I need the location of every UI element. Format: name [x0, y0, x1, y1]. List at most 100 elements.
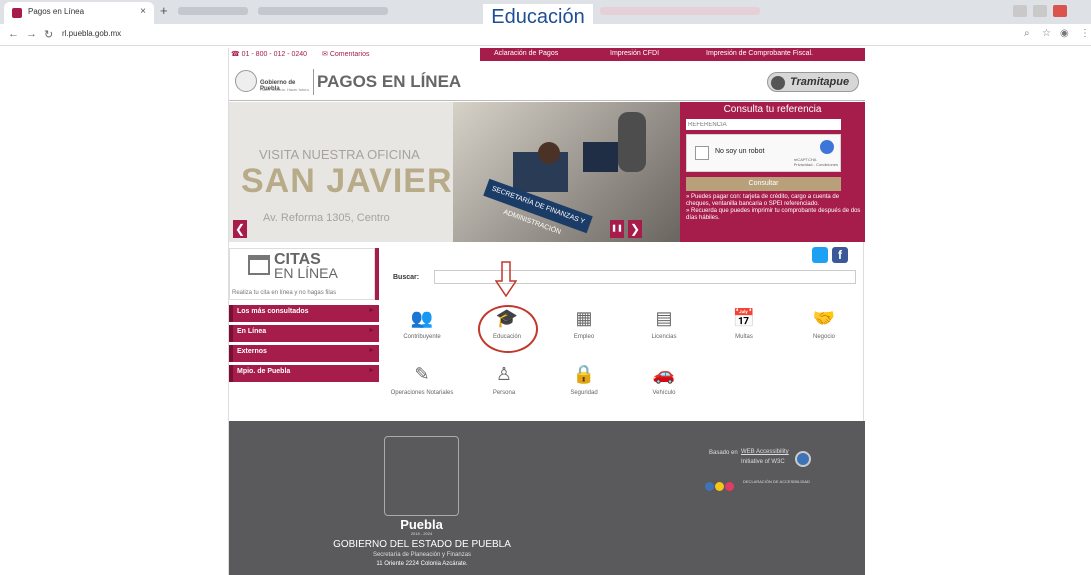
- accessibility-declaration[interactable]: DECLARACIÓN DE ACCESIBILIDAD: [743, 479, 810, 484]
- window-controls: [1007, 4, 1087, 18]
- accessibility-dots-icon: [705, 478, 745, 491]
- wai-basado: Basado en: [709, 450, 738, 456]
- captcha-label: No soy un robot: [715, 148, 765, 155]
- category-vehiculo[interactable]: 🚗 Vehículo: [629, 364, 699, 414]
- photo-person: [538, 142, 560, 164]
- category-label: Vehículo: [652, 390, 676, 396]
- menu-item-externos[interactable]: Externos ►: [229, 345, 379, 362]
- accessibility-icon[interactable]: [795, 451, 811, 467]
- menu-item-label: Mpio. de Puebla: [237, 368, 291, 375]
- menu-item-mas-consultados[interactable]: Los más consultados ►: [229, 305, 379, 322]
- blurred-tab[interactable]: [600, 7, 760, 15]
- tab-close-button[interactable]: ×: [140, 6, 146, 17]
- header-divider: [313, 69, 314, 95]
- comments-link[interactable]: ✉ Comentarios: [322, 50, 370, 58]
- person-icon: ♙: [495, 364, 513, 384]
- nav-comprobante[interactable]: Impresión de Comprobante Fiscal.: [706, 50, 813, 57]
- menu-item-en-linea[interactable]: En Línea ►: [229, 325, 379, 342]
- menu-item-label: En Línea: [237, 328, 267, 335]
- url-field[interactable]: rl.puebla.gob.mx: [62, 29, 121, 38]
- seal-icon: [235, 70, 257, 92]
- new-tab-button[interactable]: +: [160, 3, 168, 18]
- bookmark-star-icon[interactable]: ☆: [1042, 28, 1051, 39]
- photo-monitor: [583, 142, 618, 172]
- citas-description: Realiza tu cita en línea y no hagas fila…: [232, 290, 337, 296]
- close-window-icon[interactable]: [1053, 5, 1067, 17]
- site-header: Gobierno de Puebla Hacer historia. Hacer…: [229, 61, 865, 101]
- forward-icon[interactable]: →: [26, 28, 37, 40]
- menu-item-mpio-puebla[interactable]: Mpio. de Puebla ►: [229, 365, 379, 382]
- payment-info: » Puedes pagar con: tarjeta de crédito, …: [686, 194, 861, 222]
- menu-item-label: Externos: [237, 348, 267, 355]
- maximize-icon[interactable]: [1033, 5, 1047, 17]
- consulta-panel: Consulta tu referencia No soy un robot r…: [680, 102, 865, 242]
- phone-number: 01 - 800 - 012 - 0240: [241, 51, 308, 58]
- consulta-title: Consulta tu referencia: [723, 104, 822, 115]
- slider-prev-button[interactable]: ❮: [233, 220, 247, 238]
- wai-sub: Initiative of W3C: [741, 459, 785, 465]
- captcha-checkbox[interactable]: [695, 146, 709, 160]
- payment-info-1: » Puedes pagar con: tarjeta de crédito, …: [686, 194, 840, 207]
- favicon-icon: [12, 8, 22, 18]
- reference-input[interactable]: [686, 119, 841, 130]
- banner-line3: Av. Reforma 1305, Centro: [263, 212, 390, 224]
- category-persona[interactable]: ♙ Persona: [469, 364, 539, 414]
- gobierno-puebla-logo[interactable]: Gobierno de Puebla Hacer historia. Hacer…: [235, 70, 315, 94]
- extension-icon[interactable]: ◉: [1060, 28, 1069, 39]
- menu-item-label: Los más consultados: [237, 308, 309, 315]
- twitter-icon[interactable]: [812, 247, 828, 263]
- banner-line2: SAN JAVIER: [241, 162, 453, 200]
- category-label: Persona: [492, 390, 516, 396]
- top-nav: Aclaración de Pagos Impresión CFDI Impre…: [480, 48, 865, 61]
- id-card-icon: ▤: [655, 308, 673, 328]
- side-menu: Los más consultados ► En Línea ► Externos ►…: [229, 305, 379, 385]
- category-label: Operaciones Notariales: [390, 390, 454, 396]
- category-operaciones-notariales[interactable]: ✎ Operaciones Notariales: [387, 364, 457, 414]
- blurred-tab[interactable]: [178, 7, 248, 15]
- footer-puebla: Puebla: [400, 517, 443, 532]
- photo-person: [618, 112, 646, 172]
- category-empleo[interactable]: ▦ Empleo: [549, 308, 619, 358]
- office-photo: SECRETARÍA DE FINANZAS Y ADMINISTRACIÓN: [453, 102, 680, 242]
- tramitapue-label: Tramitapue: [790, 76, 850, 88]
- blurred-tab[interactable]: [258, 7, 388, 15]
- comments-label: Comentarios: [329, 51, 370, 58]
- captcha-terms-text: Privacidad - Condiciones: [793, 162, 838, 167]
- arrow-right-icon: ►: [368, 307, 375, 314]
- browser-tab[interactable]: Pagos en Línea ×: [4, 2, 154, 24]
- category-contribuyente[interactable]: 👥 Contribuyente: [387, 308, 457, 358]
- consultar-button[interactable]: Consultar: [686, 177, 841, 191]
- facebook-icon[interactable]: f: [832, 247, 848, 263]
- category-seguridad[interactable]: 🔒 Seguridad: [549, 364, 619, 414]
- nav-aclaracion[interactable]: Aclaración de Pagos: [494, 50, 558, 57]
- slider-next-button[interactable]: ❯: [628, 220, 642, 238]
- back-icon[interactable]: ←: [8, 28, 19, 40]
- address-bar: ← → ↻ rl.puebla.gob.mx ⌕ ☆ ◉ ⋮: [0, 24, 1091, 46]
- state-crest-icon: [384, 436, 459, 516]
- category-label: Contribuyente: [403, 334, 441, 340]
- handshake-icon: 🤝: [812, 308, 836, 328]
- nav-impresion-cfdi[interactable]: Impresión CFDI: [610, 50, 659, 57]
- slider-pause-button[interactable]: ❚❚: [610, 220, 624, 238]
- category-multas[interactable]: 📅 Multas: [709, 308, 779, 358]
- reload-icon[interactable]: ↻: [44, 28, 53, 41]
- menu-kebab-icon[interactable]: ⋮: [1080, 28, 1090, 39]
- citas-en-linea-banner[interactable]: CITAS EN LÍNEA Realiza tu cita en línea …: [229, 248, 375, 300]
- footer-years: 2018 - 2024: [410, 531, 433, 536]
- wai-link[interactable]: WEB Accessibility: [741, 449, 789, 455]
- category-licencias[interactable]: ▤ Licencias: [629, 308, 699, 358]
- phone-link[interactable]: ☎ 01 - 800 - 012 - 0240: [231, 50, 307, 58]
- minimize-icon[interactable]: [1013, 5, 1027, 17]
- hero-banner[interactable]: VISITA NUESTRA OFICINA SAN JAVIER Av. Re…: [229, 102, 680, 242]
- banner-line1: VISITA NUESTRA OFICINA: [259, 147, 420, 162]
- search-label: Buscar:: [393, 274, 420, 281]
- category-negocio[interactable]: 🤝 Negocio: [789, 308, 859, 358]
- calendar-icon: [248, 255, 270, 275]
- tramitapue-button[interactable]: Tramitapue: [767, 72, 859, 92]
- site-footer: Puebla 2018 - 2024 GOBIERNO DEL ESTADO D…: [229, 421, 865, 575]
- zoom-icon[interactable]: ⌕: [1024, 28, 1030, 39]
- captcha-terms[interactable]: reCAPTCHA Privacidad - Condiciones: [794, 157, 838, 167]
- payment-info-2: » Recuerda que puedes imprimir tu compro…: [686, 208, 861, 221]
- category-label: Seguridad: [570, 390, 598, 396]
- edit-icon: ✎: [414, 364, 430, 384]
